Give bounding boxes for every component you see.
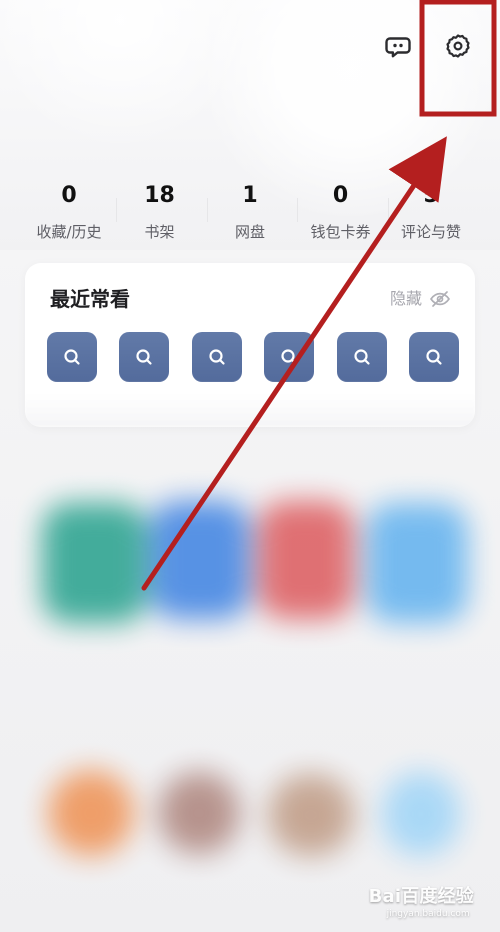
stat-bookshelf-label: 书架 [144,223,175,241]
profile-stats: 0 收藏/历史 18 书架 1 网盘 0 钱包卡券 5 评论与赞 [24,180,476,252]
recent-card-fade [25,393,475,427]
watermark-main-text: Bai百度经验 [368,886,474,907]
stat-wallet-coupons[interactable]: 0 钱包卡券 [296,180,389,252]
search-icon [209,349,225,365]
stat-comments-likes[interactable]: 5 评论与赞 [386,180,476,252]
blurred-content-row-2 [0,700,500,890]
blurred-teal-card [42,503,147,623]
recent-app-list [47,332,459,382]
recent-search-tile[interactable] [119,332,170,382]
blurred-tan-avatar [268,774,354,856]
eye-off-icon [430,291,450,307]
stat-favorites-history[interactable]: 0 收藏/历史 [24,180,117,252]
blurred-blue-card [150,501,250,619]
blurred-sky-avatar [382,772,460,856]
blurred-lightblue-card [366,503,468,623]
recent-search-tile[interactable] [336,332,387,382]
stat-wallet-coupons-value: 0 [332,183,349,208]
search-icon [64,349,80,365]
recent-search-tile[interactable] [264,332,315,382]
stat-favorites-history-label: 收藏/历史 [36,223,102,241]
baidu-jingyan-watermark: Bai百度经验 jingyan.baidu.com [369,886,474,920]
stat-comments-likes-value: 5 [423,183,439,208]
recent-search-tile[interactable] [191,332,242,382]
stat-bookshelf[interactable]: 18 书架 [115,180,208,252]
chat-bubble-icon [385,37,411,58]
profile-screen: 0 收藏/历史 18 书架 1 网盘 0 钱包卡券 5 评论与赞 最近常看 隐藏 [0,0,500,932]
recent-search-tile[interactable] [47,332,97,382]
search-icon [353,349,370,365]
hide-recent-label: 隐藏 [389,289,422,308]
search-icon [281,349,297,365]
recent-often-viewed-card: 最近常看 隐藏 [25,263,475,427]
blurred-orange-avatar [48,770,134,856]
stat-favorites-history-value: 0 [61,183,77,208]
settings-button[interactable] [437,25,479,67]
watermark-subtext: jingyan.baidu.com [386,909,470,919]
gear-icon [446,34,470,58]
stat-wallet-coupons-label: 钱包卡券 [310,223,371,241]
search-icon [136,349,152,365]
message-button[interactable] [377,25,419,67]
recent-search-tile[interactable] [408,332,459,382]
blurred-content-row-1 [0,458,500,678]
recent-often-viewed-title: 最近常看 [50,287,130,311]
blurred-brown-avatar [158,772,240,854]
stat-comments-likes-label: 评论与赞 [400,223,461,241]
stat-cloud-drive-label: 网盘 [234,223,265,241]
hide-recent-button[interactable]: 隐藏 [390,287,451,311]
blurred-red-card [258,501,354,619]
stat-cloud-drive[interactable]: 1 网盘 [205,180,298,252]
search-icon [426,349,442,365]
stat-cloud-drive-value: 1 [242,183,258,208]
stat-bookshelf-value: 18 [144,183,175,208]
